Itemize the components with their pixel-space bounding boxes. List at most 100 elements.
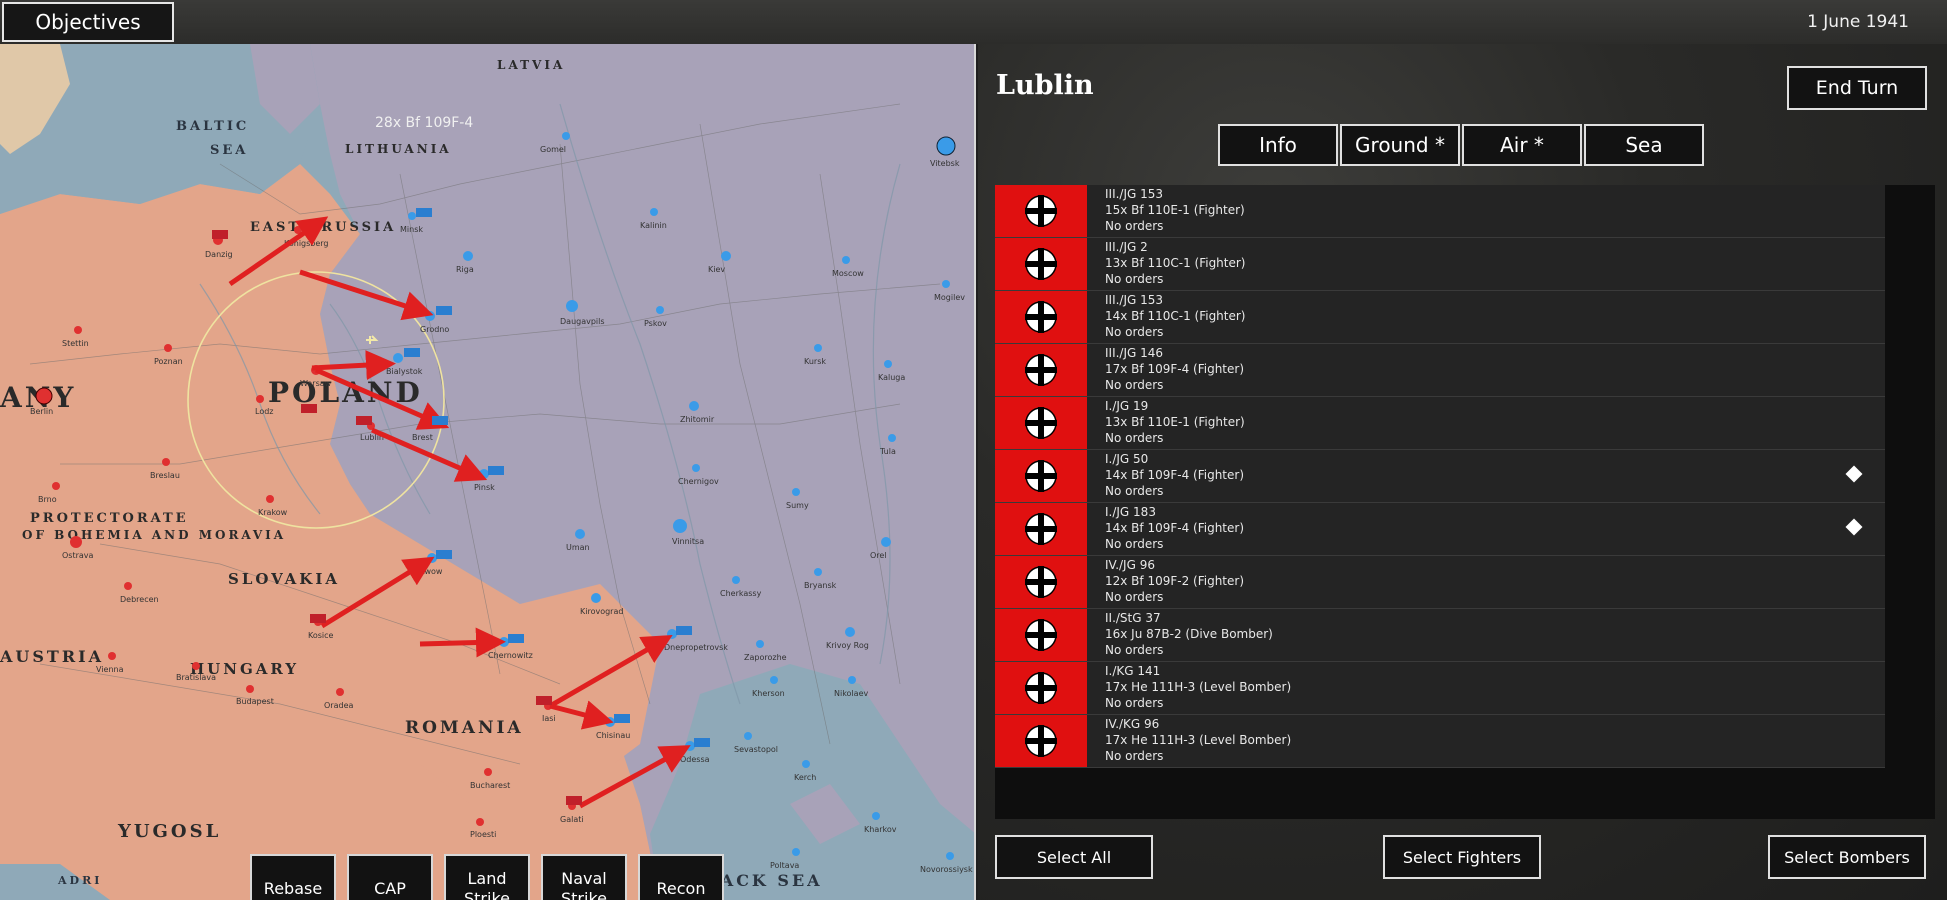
- country-label-lithuania: LITHUANIA: [345, 142, 452, 156]
- air-unit-row[interactable]: I./JG 50 14x Bf 109F-4 (Fighter) No orders: [995, 450, 1885, 503]
- unit-flag: [995, 344, 1087, 396]
- soviet-unit-marker[interactable]: [508, 634, 524, 643]
- svg-text:Odessa: Odessa: [680, 755, 710, 764]
- iron-cross-flag-icon: [1013, 503, 1069, 555]
- unit-name: III./JG 153: [1105, 293, 1164, 307]
- iron-cross-flag-icon: [1013, 238, 1069, 290]
- unit-aircraft: 14x Bf 109F-4 (Fighter): [1105, 521, 1245, 535]
- country-label-yugoslavia: YUGOSL: [117, 821, 221, 842]
- svg-text:Daugavpils: Daugavpils: [560, 317, 605, 326]
- axis-unit-marker[interactable]: [356, 416, 372, 425]
- unit-name: I./JG 183: [1105, 505, 1156, 519]
- unit-orders: No orders: [1105, 325, 1164, 339]
- country-label-latvia: LATVIA: [497, 58, 565, 72]
- air-unit-row[interactable]: I./JG 183 14x Bf 109F-4 (Fighter) No order…: [995, 503, 1885, 556]
- soviet-unit-marker[interactable]: [488, 466, 504, 475]
- svg-text:Bryansk: Bryansk: [804, 581, 837, 590]
- tab-info[interactable]: Info: [1218, 124, 1338, 166]
- air-unit-row[interactable]: II./StG 37 16x Ju 87B-2 (Dive Bomber) No o…: [995, 609, 1885, 662]
- overlay-unit-label: 28x Bf 109F-4: [375, 115, 473, 131]
- recon-button[interactable]: Recon: [638, 854, 724, 900]
- sea-label-adriatic: ADRI: [57, 874, 102, 887]
- air-unit-row[interactable]: III./JG 146 17x Bf 109F-4 (Fighter) No ord…: [995, 344, 1885, 397]
- svg-text:Brest: Brest: [412, 433, 433, 442]
- svg-text:Zaporozhe: Zaporozhe: [744, 653, 787, 662]
- unit-aircraft: 15x Bf 110E-1 (Fighter): [1105, 203, 1245, 217]
- svg-text:Riga: Riga: [456, 265, 474, 274]
- tab-ground[interactable]: Ground *: [1340, 124, 1460, 166]
- air-unit-row[interactable]: I./JG 19 13x Bf 110E-1 (Fighter) No orders: [995, 397, 1885, 450]
- country-label-east-prussia: EAST PRUSSIA: [250, 220, 396, 235]
- svg-text:Cherkassy: Cherkassy: [720, 589, 762, 598]
- svg-text:Poltava: Poltava: [770, 861, 799, 870]
- unit-aircraft: 16x Ju 87B-2 (Dive Bomber): [1105, 627, 1273, 641]
- unit-orders: No orders: [1105, 696, 1164, 710]
- unit-name: IV./KG 96: [1105, 717, 1160, 731]
- svg-text:Ostrava: Ostrava: [62, 551, 94, 560]
- unit-orders: No orders: [1105, 749, 1164, 763]
- country-label-slovakia: SLOVAKIA: [228, 570, 340, 588]
- svg-text:Kherson: Kherson: [752, 689, 785, 698]
- svg-text:Chernowitz: Chernowitz: [488, 651, 533, 660]
- svg-text:Berlin: Berlin: [30, 407, 53, 416]
- svg-text:Dnepropetrovsk: Dnepropetrovsk: [664, 643, 728, 652]
- air-unit-row[interactable]: IV./JG 96 12x Bf 109F-2 (Fighter) No order…: [995, 556, 1885, 609]
- svg-text:Mogilev: Mogilev: [934, 293, 965, 302]
- tab-sea[interactable]: Sea: [1584, 124, 1704, 166]
- objectives-button[interactable]: Objectives: [2, 2, 174, 42]
- unit-aircraft: 17x Bf 109F-4 (Fighter): [1105, 362, 1245, 376]
- end-turn-button[interactable]: End Turn: [1787, 66, 1927, 110]
- svg-text:Uman: Uman: [566, 543, 590, 552]
- map-canvas[interactable]: 28x Bf 109F-4 LATVIA LITHUANIA EAST PRUS…: [0, 44, 976, 900]
- select-all-button[interactable]: Select All: [995, 835, 1153, 879]
- air-unit-row[interactable]: III./JG 2 13x Bf 110C-1 (Fighter) No order…: [995, 238, 1885, 291]
- unit-aircraft: 17x He 111H-3 (Level Bomber): [1105, 680, 1292, 694]
- soviet-unit-marker[interactable]: [404, 348, 420, 357]
- unit-name: I./JG 50: [1105, 452, 1149, 466]
- axis-unit-marker[interactable]: [566, 796, 582, 805]
- svg-text:Kirovograd: Kirovograd: [580, 607, 623, 616]
- tab-air[interactable]: Air *: [1462, 124, 1582, 166]
- svg-text:Kosice: Kosice: [308, 631, 334, 640]
- soviet-unit-marker[interactable]: [436, 306, 452, 315]
- axis-unit-marker[interactable]: [301, 404, 317, 413]
- svg-text:Krakow: Krakow: [258, 508, 288, 517]
- rebase-button[interactable]: Rebase: [250, 854, 336, 900]
- naval-strike-button[interactable]: Naval Strike: [541, 854, 627, 900]
- unit-orders: No orders: [1105, 219, 1164, 233]
- cap-button[interactable]: CAP: [347, 854, 433, 900]
- axis-unit-marker[interactable]: [212, 230, 228, 239]
- iron-cross-flag-icon: [1013, 344, 1069, 396]
- axis-unit-marker[interactable]: [536, 696, 552, 705]
- unit-flag: [995, 397, 1087, 449]
- air-unit-list[interactable]: III./JG 153 15x Bf 110E-1 (Fighter) No ord…: [995, 185, 1935, 819]
- unit-flag: [995, 291, 1087, 343]
- air-unit-row[interactable]: III./JG 153 14x Bf 110C-1 (Fighter) No ord…: [995, 291, 1885, 344]
- svg-text:Sumy: Sumy: [786, 501, 809, 510]
- select-fighters-button[interactable]: Select Fighters: [1383, 835, 1541, 879]
- soviet-unit-marker[interactable]: [436, 550, 452, 559]
- location-title: Lublin: [996, 70, 1094, 101]
- svg-text:Vinnitsa: Vinnitsa: [672, 537, 704, 546]
- air-unit-row[interactable]: IV./KG 96 17x He 111H-3 (Level Bomber) No …: [995, 715, 1885, 768]
- iron-cross-flag-icon: [1013, 715, 1069, 767]
- axis-unit-marker[interactable]: [310, 614, 326, 623]
- air-unit-row[interactable]: III./JG 153 15x Bf 110E-1 (Fighter) No ord…: [995, 185, 1885, 238]
- air-unit-row[interactable]: I./KG 141 17x He 111H-3 (Level Bomber) No …: [995, 662, 1885, 715]
- unit-name: III./JG 153: [1105, 187, 1164, 201]
- svg-text:Bialystok: Bialystok: [386, 367, 423, 376]
- country-label-protectorate: PROTECTORATE: [30, 511, 189, 526]
- unit-name: I./KG 141: [1105, 664, 1161, 678]
- soviet-unit-marker[interactable]: [614, 714, 630, 723]
- select-bombers-button[interactable]: Select Bombers: [1768, 835, 1926, 879]
- soviet-unit-marker[interactable]: [676, 626, 692, 635]
- svg-text:Brno: Brno: [38, 495, 57, 504]
- soviet-unit-marker[interactable]: [694, 738, 710, 747]
- unit-aircraft: 12x Bf 109F-2 (Fighter): [1105, 574, 1245, 588]
- soviet-unit-marker[interactable]: [416, 208, 432, 217]
- strategic-map[interactable]: 28x Bf 109F-4 LATVIA LITHUANIA EAST PRUS…: [0, 44, 976, 900]
- land-strike-button[interactable]: Land Strike: [444, 854, 530, 900]
- svg-text:Moscow: Moscow: [832, 269, 864, 278]
- soviet-unit-marker[interactable]: [432, 416, 448, 425]
- unit-orders: No orders: [1105, 537, 1164, 551]
